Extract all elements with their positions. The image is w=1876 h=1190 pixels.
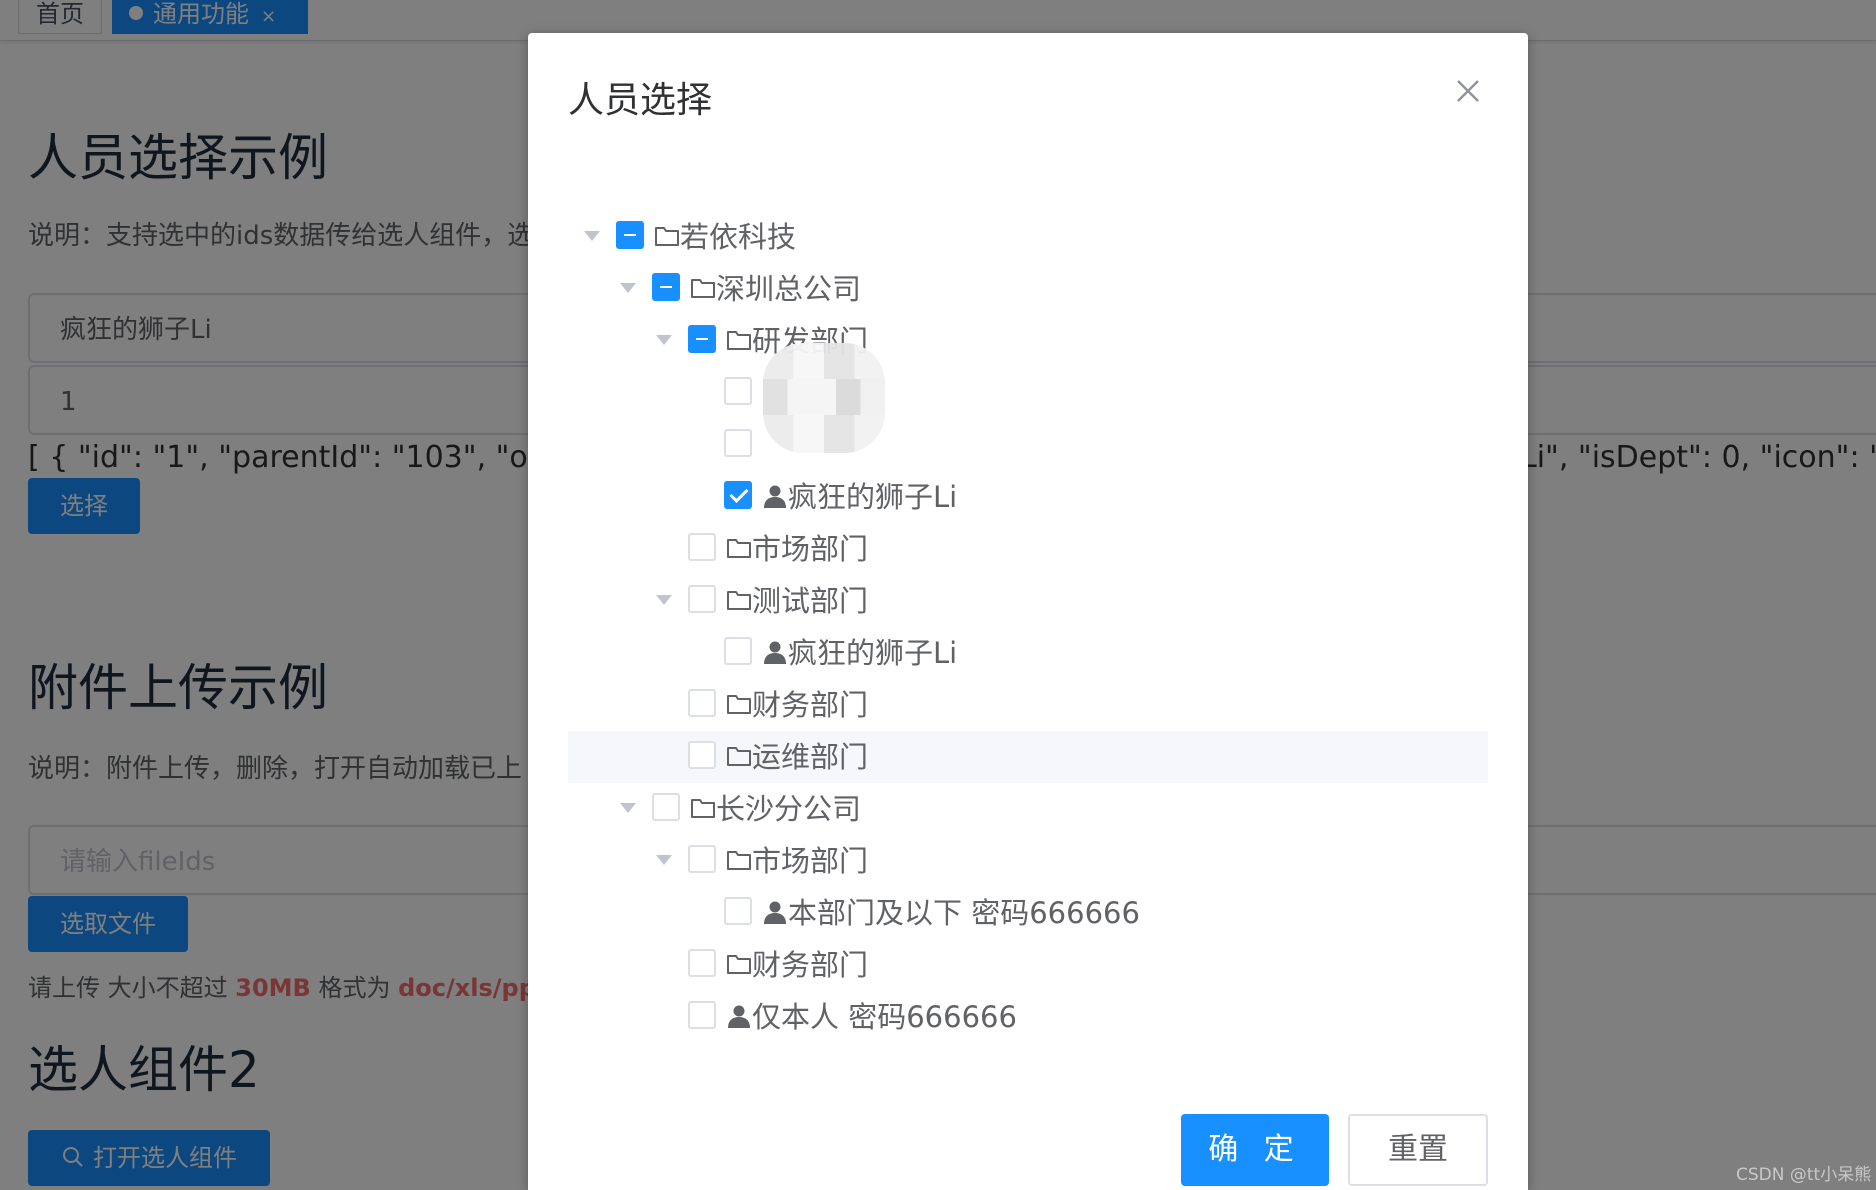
tree-checkbox[interactable] bbox=[724, 429, 752, 457]
person-select-dialog: 人员选择 若依科技 深圳总公司 研发部门 疯狂的狮子Li 市场部门 测试部门 疯… bbox=[528, 33, 1528, 1190]
tree-node[interactable] bbox=[568, 367, 1488, 419]
user-icon bbox=[764, 485, 786, 508]
tree-checkbox[interactable] bbox=[652, 273, 680, 301]
folder-icon bbox=[727, 695, 751, 714]
folder-icon bbox=[655, 227, 679, 246]
tree-node-label: 本部门及以下 密码666666 bbox=[788, 896, 1140, 930]
caret-down-icon[interactable] bbox=[656, 595, 672, 605]
tree-checkbox[interactable] bbox=[688, 845, 716, 873]
tree-checkbox[interactable] bbox=[688, 1001, 716, 1029]
user-icon bbox=[728, 1005, 750, 1028]
folder-icon bbox=[727, 539, 751, 558]
folder-icon bbox=[691, 799, 715, 818]
tree-node-label: 财务部门 bbox=[752, 688, 869, 722]
tree-node[interactable]: 若依科技 bbox=[568, 211, 1488, 263]
tree-node[interactable]: 疯狂的狮子Li bbox=[568, 471, 1488, 523]
caret-down-icon[interactable] bbox=[656, 335, 672, 345]
tree-node[interactable]: 深圳总公司 bbox=[568, 263, 1488, 315]
folder-icon bbox=[727, 851, 751, 870]
tree-node[interactable]: 本部门及以下 密码666666 bbox=[568, 887, 1488, 939]
tree-checkbox[interactable] bbox=[724, 377, 752, 405]
folder-icon bbox=[727, 747, 751, 766]
close-icon[interactable] bbox=[1450, 73, 1486, 109]
caret-down-icon[interactable] bbox=[620, 803, 636, 813]
folder-icon bbox=[727, 955, 751, 974]
tree-checkbox[interactable] bbox=[616, 221, 644, 249]
tree-node-label: 财务部门 bbox=[752, 948, 869, 982]
tree-node-label: 仅本人 密码666666 bbox=[752, 1000, 1017, 1034]
tree-node[interactable]: 市场部门 bbox=[568, 523, 1488, 575]
tree-checkbox[interactable] bbox=[688, 689, 716, 717]
tree-node-label: 市场部门 bbox=[752, 532, 869, 566]
tree-node[interactable] bbox=[568, 419, 1488, 471]
confirm-button[interactable]: 确 定 bbox=[1181, 1114, 1329, 1186]
reset-button[interactable]: 重置 bbox=[1348, 1114, 1488, 1186]
watermark: CSDN @tt小呆熊 bbox=[1736, 1165, 1872, 1185]
tree-node-label: 深圳总公司 bbox=[716, 272, 862, 306]
dialog-title: 人员选择 bbox=[568, 80, 713, 121]
tree-node[interactable]: 财务部门 bbox=[568, 939, 1488, 991]
tree-node[interactable]: 仅本人 密码666666 bbox=[568, 991, 1488, 1043]
tree-node-label: 若依科技 bbox=[680, 220, 797, 254]
tree-node-label: 长沙分公司 bbox=[716, 792, 862, 826]
redaction-mosaic bbox=[763, 343, 885, 453]
user-icon bbox=[764, 901, 786, 924]
tree-node[interactable]: 长沙分公司 bbox=[568, 783, 1488, 835]
tree-checkbox[interactable] bbox=[688, 585, 716, 613]
tree-checkbox[interactable] bbox=[652, 793, 680, 821]
caret-down-icon[interactable] bbox=[620, 283, 636, 293]
user-icon bbox=[764, 641, 786, 664]
tree-node[interactable]: 研发部门 bbox=[568, 315, 1488, 367]
tree-checkbox[interactable] bbox=[688, 741, 716, 769]
folder-icon bbox=[691, 279, 715, 298]
tree-checkbox[interactable] bbox=[688, 325, 716, 353]
tree-node-label: 疯狂的狮子Li bbox=[788, 636, 958, 670]
tree-node[interactable]: 市场部门 bbox=[568, 835, 1488, 887]
tree-checkbox[interactable] bbox=[724, 481, 752, 509]
tree-node-label: 运维部门 bbox=[752, 740, 869, 774]
folder-icon bbox=[727, 591, 751, 610]
tree-node-label: 市场部门 bbox=[752, 844, 869, 878]
tree-node-label: 测试部门 bbox=[752, 584, 869, 618]
tree-node[interactable]: 疯狂的狮子Li bbox=[568, 627, 1488, 679]
tree-checkbox[interactable] bbox=[688, 949, 716, 977]
caret-down-icon[interactable] bbox=[584, 231, 600, 241]
caret-down-icon[interactable] bbox=[656, 855, 672, 865]
tree-checkbox[interactable] bbox=[688, 533, 716, 561]
tree-node[interactable]: 财务部门 bbox=[568, 679, 1488, 731]
folder-icon bbox=[727, 331, 751, 350]
tree-node-label: 疯狂的狮子Li bbox=[788, 480, 958, 514]
person-tree: 若依科技 深圳总公司 研发部门 疯狂的狮子Li 市场部门 测试部门 疯狂的狮子L… bbox=[568, 211, 1488, 1043]
tree-node[interactable]: 测试部门 bbox=[568, 575, 1488, 627]
tree-checkbox[interactable] bbox=[724, 637, 752, 665]
tree-node[interactable]: 运维部门 bbox=[568, 731, 1488, 783]
tree-checkbox[interactable] bbox=[724, 897, 752, 925]
